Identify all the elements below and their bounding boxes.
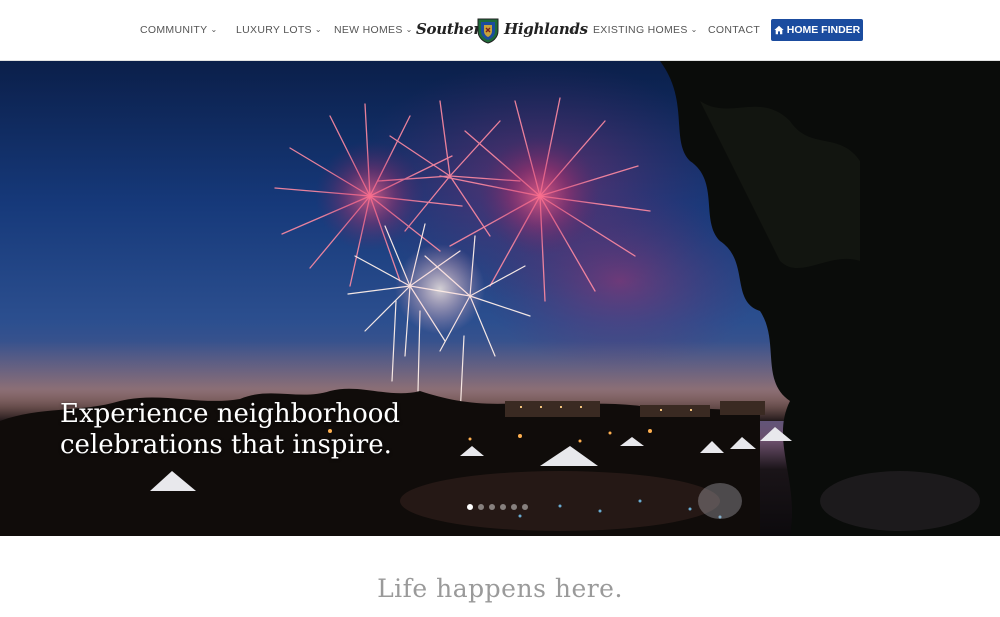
section-title: Life happens here. xyxy=(377,574,623,603)
home-finder-label: HOME FINDER xyxy=(786,24,861,36)
chevron-down-icon: ⌄ xyxy=(314,25,322,34)
nav-item-luxury-lots[interactable]: LUXURY LOTS ⌄ xyxy=(236,24,322,36)
fireworks-photo xyxy=(0,61,1000,536)
home-icon xyxy=(774,25,784,35)
chevron-down-icon: ⌄ xyxy=(405,25,413,34)
chevron-down-icon: ⌄ xyxy=(690,25,698,34)
nav-item-label: LUXURY LOTS xyxy=(236,24,312,36)
registered-mark: ® xyxy=(570,30,575,36)
slider-dot[interactable] xyxy=(500,504,506,510)
nav-item-label: NEW HOMES xyxy=(334,24,403,36)
hero-caption-line-1: Experience neighborhood xyxy=(60,399,401,429)
slider-dots xyxy=(467,504,528,510)
hero-slider: Experience neighborhood celebrations tha… xyxy=(0,61,1000,536)
slider-dot[interactable] xyxy=(478,504,484,510)
chevron-down-icon: ⌄ xyxy=(210,25,218,34)
slider-dot[interactable] xyxy=(489,504,495,510)
slider-dot[interactable] xyxy=(522,504,528,510)
top-navigation: COMMUNITY ⌄ LUXURY LOTS ⌄ NEW HOMES ⌄ South… xyxy=(0,0,1000,61)
hero-caption-line-2: celebrations that inspire. xyxy=(60,430,392,460)
nav-item-contact[interactable]: CONTACT xyxy=(708,24,760,36)
nav-item-label: CONTACT xyxy=(708,24,761,36)
slider-dot[interactable] xyxy=(511,504,517,510)
hero-caption: Experience neighborhood celebrations tha… xyxy=(60,399,480,461)
nav-item-existing-homes[interactable]: EXISTING HOMES ⌄ xyxy=(593,24,698,36)
crest-icon xyxy=(477,18,499,44)
logo-wordmark-right: Highlands xyxy=(504,20,588,38)
nav-item-community[interactable]: COMMUNITY ⌄ xyxy=(140,24,217,36)
nav-item-label: COMMUNITY xyxy=(140,24,208,36)
nav-item-label: EXISTING HOMES xyxy=(593,24,688,36)
site-logo[interactable]: Southern Highlands ® xyxy=(414,16,588,46)
home-finder-button[interactable]: HOME FINDER xyxy=(771,19,863,41)
nav-item-new-homes[interactable]: NEW HOMES ⌄ xyxy=(334,24,413,36)
slider-dot[interactable] xyxy=(467,504,473,510)
